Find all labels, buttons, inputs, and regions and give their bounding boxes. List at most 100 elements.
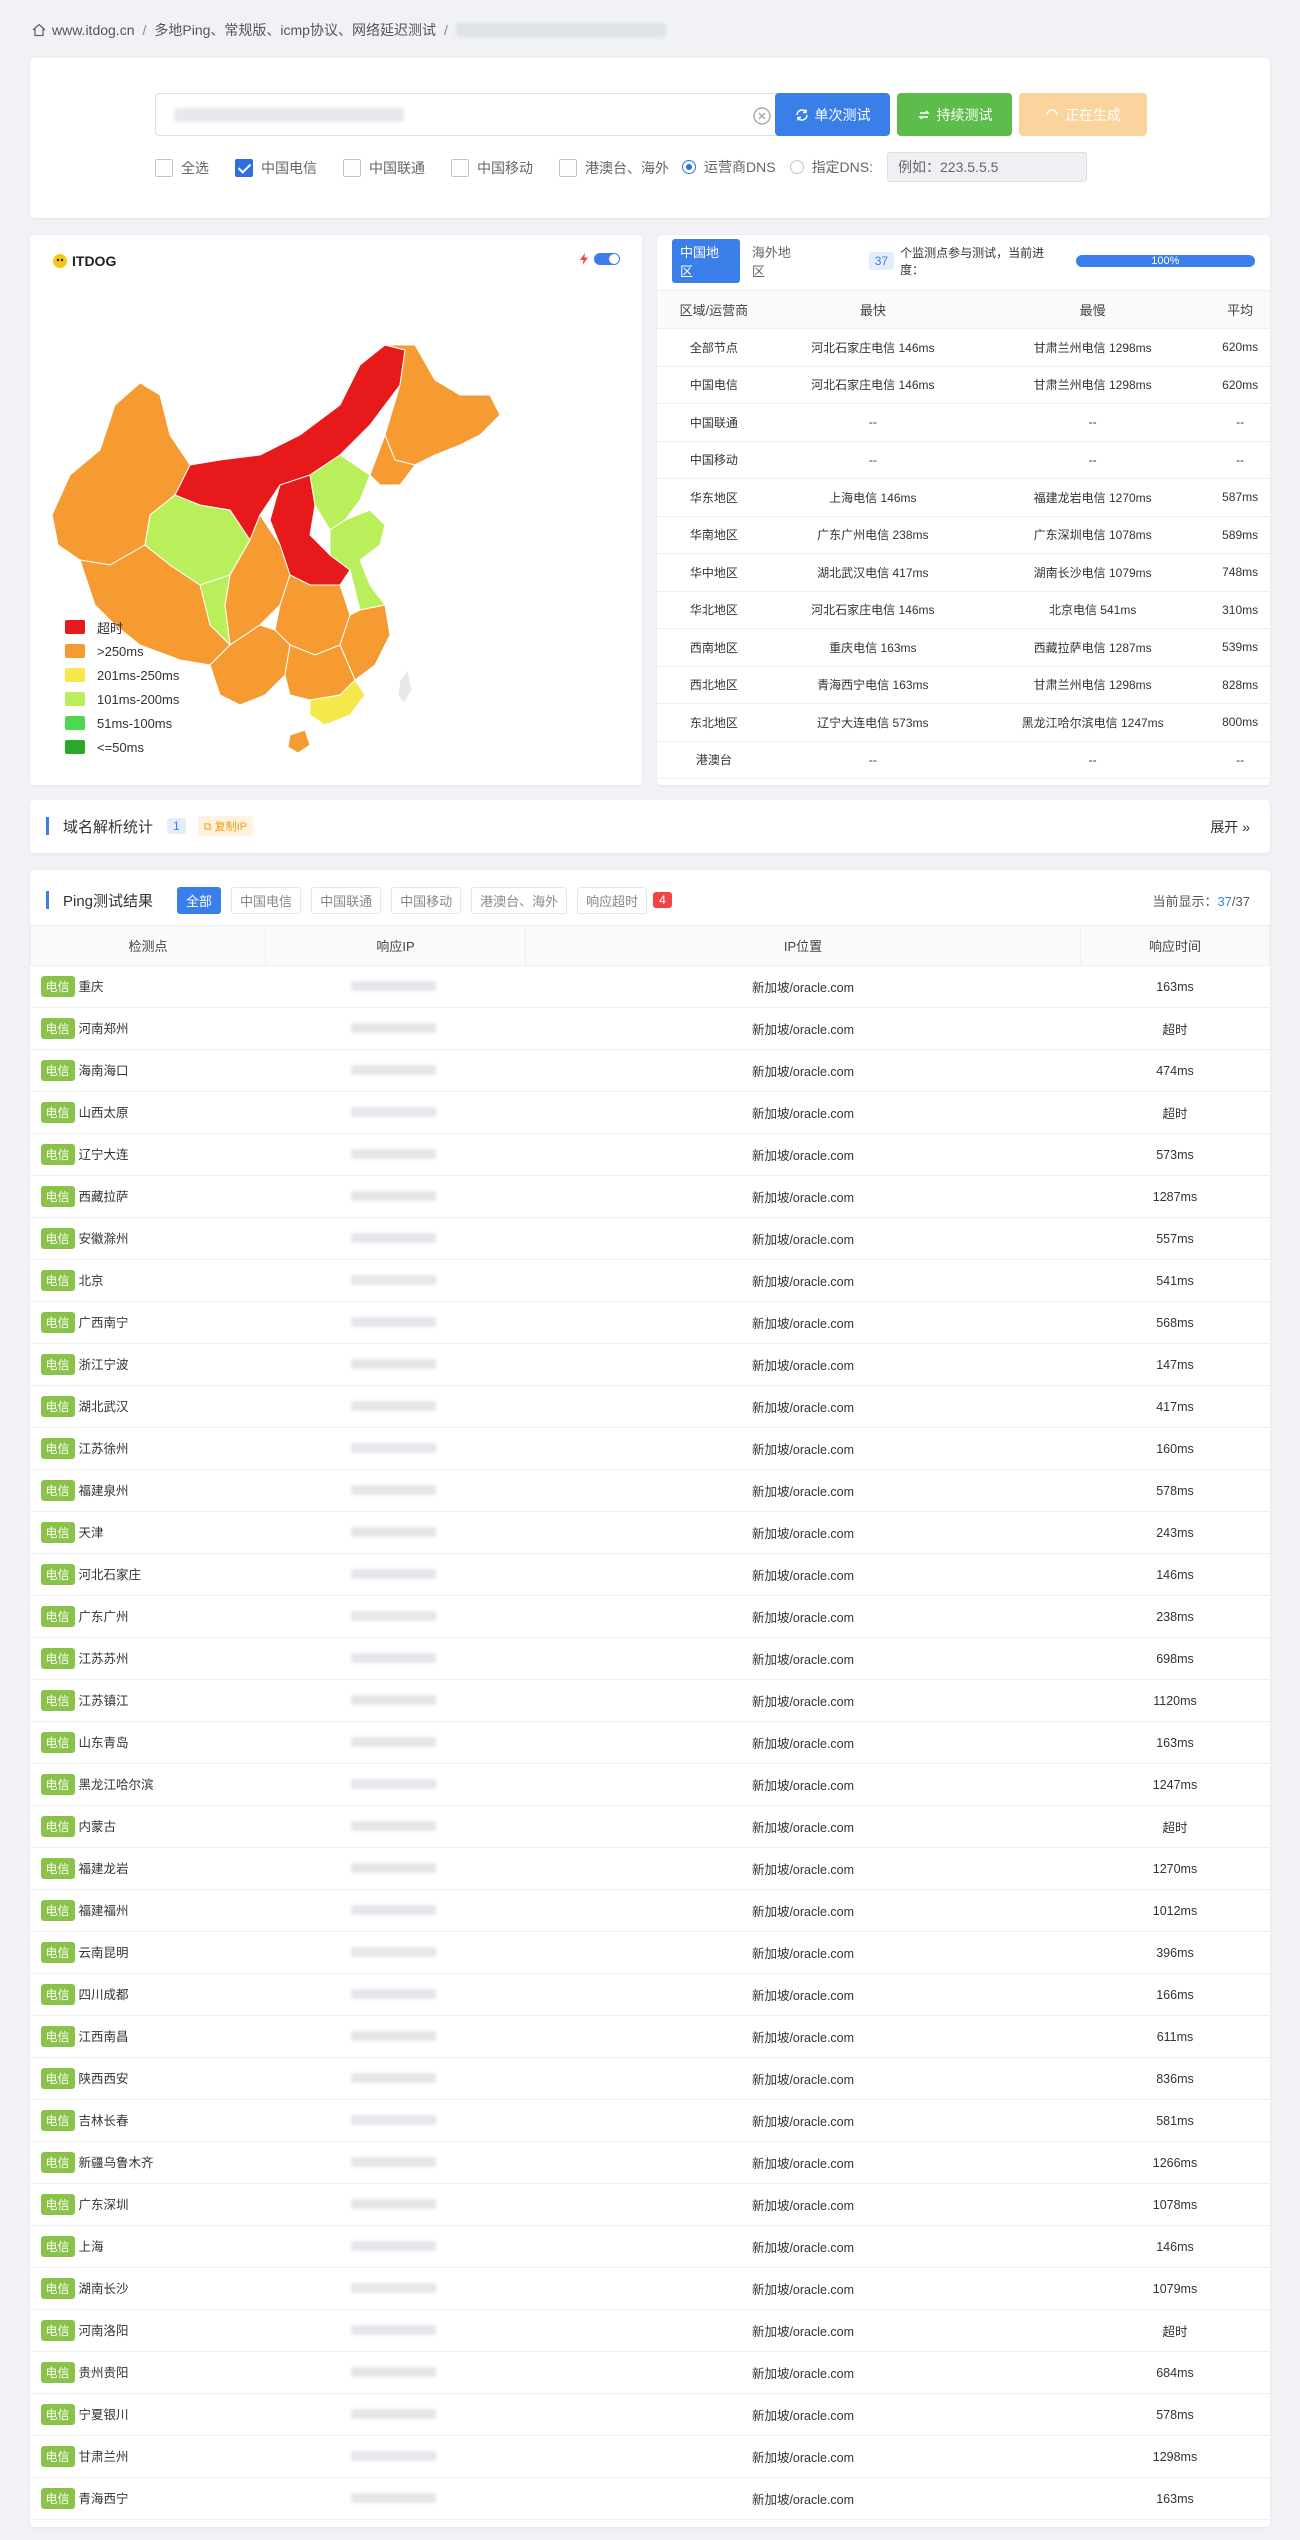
table-row[interactable]: 电信 福建福州 新加坡/oracle.com 1012ms: [30, 1889, 1270, 1932]
radio-custom-dns[interactable]: 指定DNS:: [789, 157, 873, 177]
continuous-test-button[interactable]: 持续测试: [897, 93, 1012, 136]
legend-label: >250ms: [97, 643, 144, 659]
table-row[interactable]: 电信 湖北武汉 新加坡/oracle.com 417ms: [30, 1385, 1270, 1428]
table-row[interactable]: 电信 北京 新加坡/oracle.com 541ms: [30, 1259, 1270, 1302]
table-row[interactable]: 电信 云南昆明 新加坡/oracle.com 396ms: [30, 1931, 1270, 1974]
home-icon[interactable]: [32, 23, 46, 37]
table-row[interactable]: 电信 福建龙岩 新加坡/oracle.com 1270ms: [30, 1847, 1270, 1890]
table-row[interactable]: 电信 河北石家庄 新加坡/oracle.com 146ms: [30, 1553, 1270, 1596]
filter-overseas[interactable]: 港澳台、海外: [471, 886, 568, 914]
table-row[interactable]: 电信 广西南宁 新加坡/oracle.com 568ms: [30, 1301, 1270, 1344]
radio-isp-dns[interactable]: 运营商DNS: [682, 157, 776, 177]
stats-cell: 中国联通: [657, 403, 771, 442]
tab-china[interactable]: 中国地区: [672, 239, 740, 283]
ip-location-cell: 新加坡/oracle.com: [525, 1049, 1081, 1092]
table-row[interactable]: 电信 广东深圳 新加坡/oracle.com 1078ms: [30, 2183, 1270, 2226]
response-time-cell: 1078ms: [1080, 2183, 1270, 2226]
table-row[interactable]: 电信 西藏拉萨 新加坡/oracle.com 1287ms: [30, 1175, 1270, 1218]
table-row[interactable]: 电信 河南洛阳 新加坡/oracle.com 超时: [30, 2309, 1270, 2352]
single-test-button[interactable]: 单次测试: [775, 93, 890, 136]
stats-row: 西北地区 青海西宁电信 163ms 甘肃兰州电信 1298ms 828ms: [657, 666, 1270, 704]
table-row[interactable]: 电信 山西太原 新加坡/oracle.com 超时: [30, 1091, 1270, 1134]
legend-swatch: [65, 644, 85, 658]
stats-cell: 西南地区: [657, 628, 771, 667]
checkbox-telecom[interactable]: 中国电信: [235, 158, 317, 178]
map-toggle[interactable]: [580, 253, 620, 265]
radio-dot[interactable]: [682, 160, 696, 174]
tab-overseas[interactable]: 海外地区: [752, 242, 804, 280]
table-row[interactable]: 电信 陕西西安 新加坡/oracle.com 836ms: [30, 2057, 1270, 2100]
clear-icon[interactable]: [752, 106, 772, 126]
radio-dot[interactable]: [789, 160, 804, 174]
legend-swatch: [65, 692, 85, 706]
response-time-cell: 163ms: [1080, 965, 1270, 1008]
legend-label: 201ms-250ms: [97, 667, 180, 683]
table-row[interactable]: 电信 广东广州 新加坡/oracle.com 238ms: [30, 1595, 1270, 1638]
domain-title: 域名解析统计: [63, 818, 154, 836]
host-input[interactable]: [155, 93, 785, 136]
response-time-cell: 1120ms: [1080, 1679, 1270, 1722]
generating-button[interactable]: 正在生成: [1019, 93, 1147, 136]
expand-button[interactable]: 展开 »: [1210, 817, 1250, 837]
table-row[interactable]: 电信 四川成都 新加坡/oracle.com 166ms: [30, 1973, 1270, 2016]
probe-location-cell: 电信 黑龙江哈尔滨: [30, 1763, 266, 1806]
table-row[interactable]: 电信 青海西宁 新加坡/oracle.com 163ms: [30, 2477, 1270, 2520]
probe-location-cell: 电信 重庆: [30, 965, 266, 1008]
breadcrumb-section[interactable]: 多地Ping、常规版、icmp协议、网络延迟测试: [154, 20, 436, 40]
response-time-cell: 1287ms: [1080, 1175, 1270, 1218]
table-row[interactable]: 电信 福建泉州 新加坡/oracle.com 578ms: [30, 1469, 1270, 1512]
table-row[interactable]: 电信 河南郑州 新加坡/oracle.com 超时: [30, 1007, 1270, 1050]
isp-badge: 电信: [40, 2404, 75, 2425]
checkbox-mobile[interactable]: 中国移动: [451, 158, 533, 178]
table-row[interactable]: 电信 山东青岛 新加坡/oracle.com 163ms: [30, 1721, 1270, 1764]
table-row[interactable]: 电信 海南海口 新加坡/oracle.com 474ms: [30, 1049, 1270, 1092]
checkbox-box[interactable]: [235, 159, 253, 177]
filter-mobile[interactable]: 中国移动: [391, 886, 462, 914]
stats-header-row: 区域/运营商 最快 最慢 平均: [657, 290, 1270, 329]
stats-cell: 587ms: [1210, 478, 1270, 517]
table-row[interactable]: 电信 天津 新加坡/oracle.com 243ms: [30, 1511, 1270, 1554]
table-row[interactable]: 电信 甘肃兰州 新加坡/oracle.com 1298ms: [30, 2435, 1270, 2478]
probe-location: 陕西西安: [78, 2072, 129, 2086]
checkbox-box[interactable]: [559, 159, 577, 177]
table-row[interactable]: 电信 重庆 新加坡/oracle.com 163ms: [30, 965, 1270, 1008]
table-row[interactable]: 电信 贵州贵阳 新加坡/oracle.com 684ms: [30, 2351, 1270, 2394]
checkbox-box[interactable]: [155, 159, 173, 177]
breadcrumb-home[interactable]: www.itdog.cn: [52, 22, 134, 38]
response-time-cell: 568ms: [1080, 1301, 1270, 1344]
checkbox-overseas[interactable]: 港澳台、海外: [559, 158, 669, 178]
filter-timeout[interactable]: 响应超时: [577, 886, 648, 914]
checkbox-select-all[interactable]: 全选: [155, 158, 209, 178]
table-row[interactable]: 电信 宁夏银川 新加坡/oracle.com 578ms: [30, 2393, 1270, 2436]
filter-all[interactable]: 全部: [177, 886, 222, 914]
table-row[interactable]: 电信 江苏徐州 新加坡/oracle.com 160ms: [30, 1427, 1270, 1470]
stats-cell: 620ms: [1210, 328, 1270, 367]
table-row[interactable]: 电信 江西南昌 新加坡/oracle.com 611ms: [30, 2015, 1270, 2058]
probe-location-cell: 电信 吉林长春: [30, 2099, 266, 2142]
table-row[interactable]: 电信 内蒙古 新加坡/oracle.com 超时: [30, 1805, 1270, 1848]
filter-unicom[interactable]: 中国联通: [311, 886, 382, 914]
table-row[interactable]: 电信 湖南长沙 新加坡/oracle.com 1079ms: [30, 2267, 1270, 2310]
checkbox-box[interactable]: [451, 159, 469, 177]
table-row[interactable]: 电信 吉林长春 新加坡/oracle.com 581ms: [30, 2099, 1270, 2142]
table-row[interactable]: 电信 江苏镇江 新加坡/oracle.com 1120ms: [30, 1679, 1270, 1722]
table-row[interactable]: 电信 黑龙江哈尔滨 新加坡/oracle.com 1247ms: [30, 1763, 1270, 1806]
stats-row: 华东地区 上海电信 146ms 福建龙岩电信 1270ms 587ms: [657, 478, 1270, 517]
response-time-cell: 超时: [1080, 2309, 1270, 2352]
table-row[interactable]: 电信 新疆乌鲁木齐 新加坡/oracle.com 1266ms: [30, 2141, 1270, 2184]
toggle-switch[interactable]: [594, 253, 620, 265]
ip-location-cell: 新加坡/oracle.com: [525, 2015, 1081, 2058]
isp-badge: 电信: [40, 1480, 75, 1501]
copy-ip-button[interactable]: ⧉ 复制IP: [197, 816, 254, 836]
checkbox-unicom[interactable]: 中国联通: [343, 158, 425, 178]
table-row[interactable]: 电信 安徽滁州 新加坡/oracle.com 557ms: [30, 1217, 1270, 1260]
table-row[interactable]: 电信 上海 新加坡/oracle.com 146ms: [30, 2225, 1270, 2268]
table-row[interactable]: 电信 辽宁大连 新加坡/oracle.com 573ms: [30, 1133, 1270, 1176]
stats-cell: 黑龙江哈尔滨电信 1247ms: [975, 703, 1211, 742]
checkbox-box[interactable]: [343, 159, 361, 177]
dns-input[interactable]: 例如：223.5.5.5: [887, 152, 1088, 182]
filter-telecom[interactable]: 中国电信: [231, 886, 302, 914]
table-row[interactable]: 电信 浙江宁波 新加坡/oracle.com 147ms: [30, 1343, 1270, 1386]
table-row[interactable]: 电信 江苏苏州 新加坡/oracle.com 698ms: [30, 1637, 1270, 1680]
isp-badge: 电信: [40, 976, 75, 997]
